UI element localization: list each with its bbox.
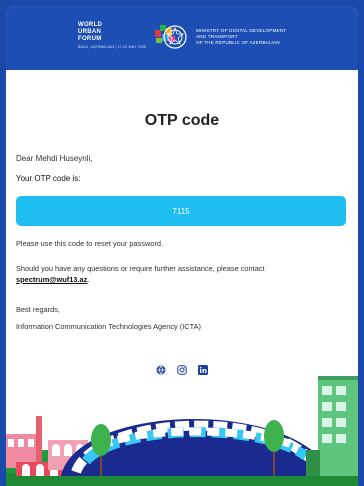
ministry-line-3: OF THE REPUBLIC OF AZERBAIJAN xyxy=(196,40,280,45)
otp-code-box: 7115 xyxy=(16,196,346,226)
contact-suffix: . xyxy=(87,275,90,284)
contact-text: Should you have any questions or require… xyxy=(16,264,265,273)
contact-paragraph: Should you have any questions or require… xyxy=(16,263,352,285)
signature-text: Information Communication Technologies A… xyxy=(16,322,201,331)
ministry-emblem-icon xyxy=(163,25,187,49)
greeting-text: Dear Mehdi Huseynli, xyxy=(16,154,93,163)
otp-code: 7115 xyxy=(172,206,190,216)
email-header: WORLD URBAN FORUM BAKU, AZERBAIJAN | 17-… xyxy=(6,6,358,70)
instagram-icon[interactable] xyxy=(177,364,188,375)
otp-label: Your OTP code is: xyxy=(16,174,81,183)
wuf-subtitle: BAKU, AZERBAIJAN | 17-22 MAY 2026 xyxy=(78,45,147,49)
contact-email-link[interactable]: spectrum@wuf13.az xyxy=(16,275,87,284)
wuf-line-3: FORUM xyxy=(78,36,102,42)
linkedin-icon[interactable] xyxy=(198,364,209,375)
email-card: WORLD URBAN FORUM BAKU, AZERBAIJAN | 17-… xyxy=(6,6,358,486)
globe-icon[interactable] xyxy=(156,364,167,375)
email-title: OTP code xyxy=(144,112,220,129)
social-links xyxy=(6,364,358,375)
regards-text: Best regards, xyxy=(16,305,60,314)
reset-instruction: Please use this code to reset your passw… xyxy=(16,239,164,248)
ministry-logo: MINISTRY OF DIGITAL DEVELOPMENT AND TRAN… xyxy=(162,24,286,50)
city-illustration xyxy=(6,376,358,486)
wuf-line-1: WORLD xyxy=(78,22,103,28)
wuf-line-2: URBAN xyxy=(78,29,102,35)
